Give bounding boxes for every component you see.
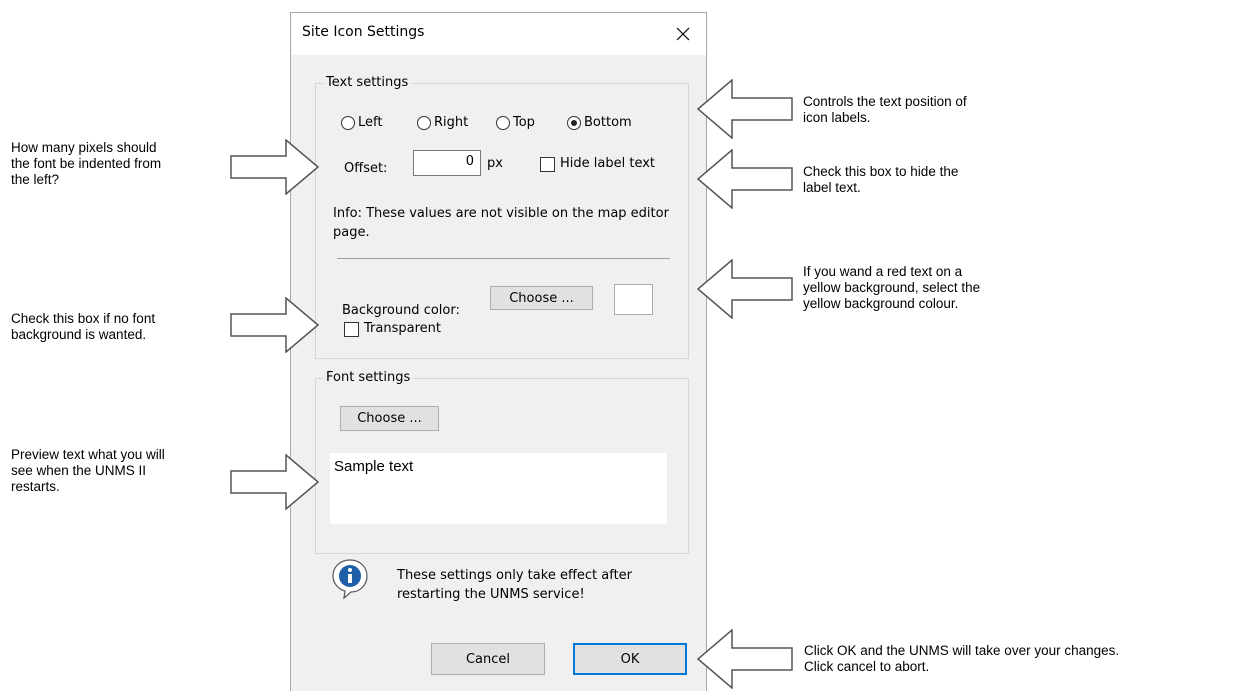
restart-notice: These settings only take effect after re… xyxy=(397,568,633,602)
font-settings-group: Font settings Choose ... Sample text xyxy=(315,370,689,554)
separator xyxy=(337,258,670,259)
annotation-preview: Preview text what you will see when the … xyxy=(11,447,165,494)
close-icon xyxy=(676,27,690,41)
annotation-ok-cancel: Click OK and the UNMS will take over you… xyxy=(804,643,1120,674)
offset-unit: px xyxy=(487,156,503,171)
radio-right-label: Right xyxy=(434,115,469,130)
transparent-label: Transparent xyxy=(364,321,441,336)
arrow-icon xyxy=(230,139,320,195)
annotation-hide-label: Check this box to hide the label text. xyxy=(803,164,959,195)
radio-left-label: Left xyxy=(358,115,383,130)
radio-top-button[interactable] xyxy=(496,116,510,130)
site-icon-settings-dialog: Site Icon Settings Text settings Left Ri… xyxy=(290,12,707,691)
background-color-label: Background color: xyxy=(342,303,460,318)
ok-button[interactable]: OK xyxy=(573,643,687,675)
arrow-icon xyxy=(230,454,320,510)
hide-label-checkbox[interactable] xyxy=(540,157,555,172)
title-bar: Site Icon Settings xyxy=(291,13,706,55)
dialog-title: Site Icon Settings xyxy=(302,24,425,40)
offset-label: Offset: xyxy=(344,161,388,176)
info-icon xyxy=(332,559,368,600)
radio-top-label: Top xyxy=(513,115,535,130)
font-settings-label: Font settings xyxy=(323,370,414,385)
arrow-icon xyxy=(697,149,793,209)
background-color-swatch[interactable] xyxy=(614,284,653,315)
arrow-icon xyxy=(230,297,320,353)
text-settings-group: Text settings Left Right Top Bottom Offs… xyxy=(315,75,689,359)
radio-left-button[interactable] xyxy=(341,116,355,130)
info-text: Info: These values are not visible on th… xyxy=(333,206,669,240)
radio-right-button[interactable] xyxy=(417,116,431,130)
close-button[interactable] xyxy=(660,13,706,55)
cancel-button[interactable]: Cancel xyxy=(431,643,545,675)
arrow-icon xyxy=(697,79,793,139)
annotation-offset: How many pixels should the font be inden… xyxy=(11,140,162,187)
transparent-checkbox[interactable] xyxy=(344,322,359,337)
sample-text-preview: Sample text xyxy=(330,453,667,524)
radio-bottom-button[interactable] xyxy=(567,116,581,130)
arrow-icon xyxy=(697,629,793,689)
annotation-transparent: Check this box if no font background is … xyxy=(11,311,156,342)
choose-background-button[interactable]: Choose ... xyxy=(490,286,593,310)
choose-font-button[interactable]: Choose ... xyxy=(340,406,439,431)
annotation-text-position: Controls the text position of icon label… xyxy=(803,94,967,125)
offset-input[interactable]: 0 xyxy=(413,150,481,176)
radio-bottom-label: Bottom xyxy=(584,115,632,130)
text-settings-label: Text settings xyxy=(323,75,412,90)
sample-text: Sample text xyxy=(334,458,414,475)
annotation-background: If you wand a red text on a yellow backg… xyxy=(803,264,981,311)
arrow-icon xyxy=(697,259,793,319)
hide-label-text: Hide label text xyxy=(560,156,655,171)
